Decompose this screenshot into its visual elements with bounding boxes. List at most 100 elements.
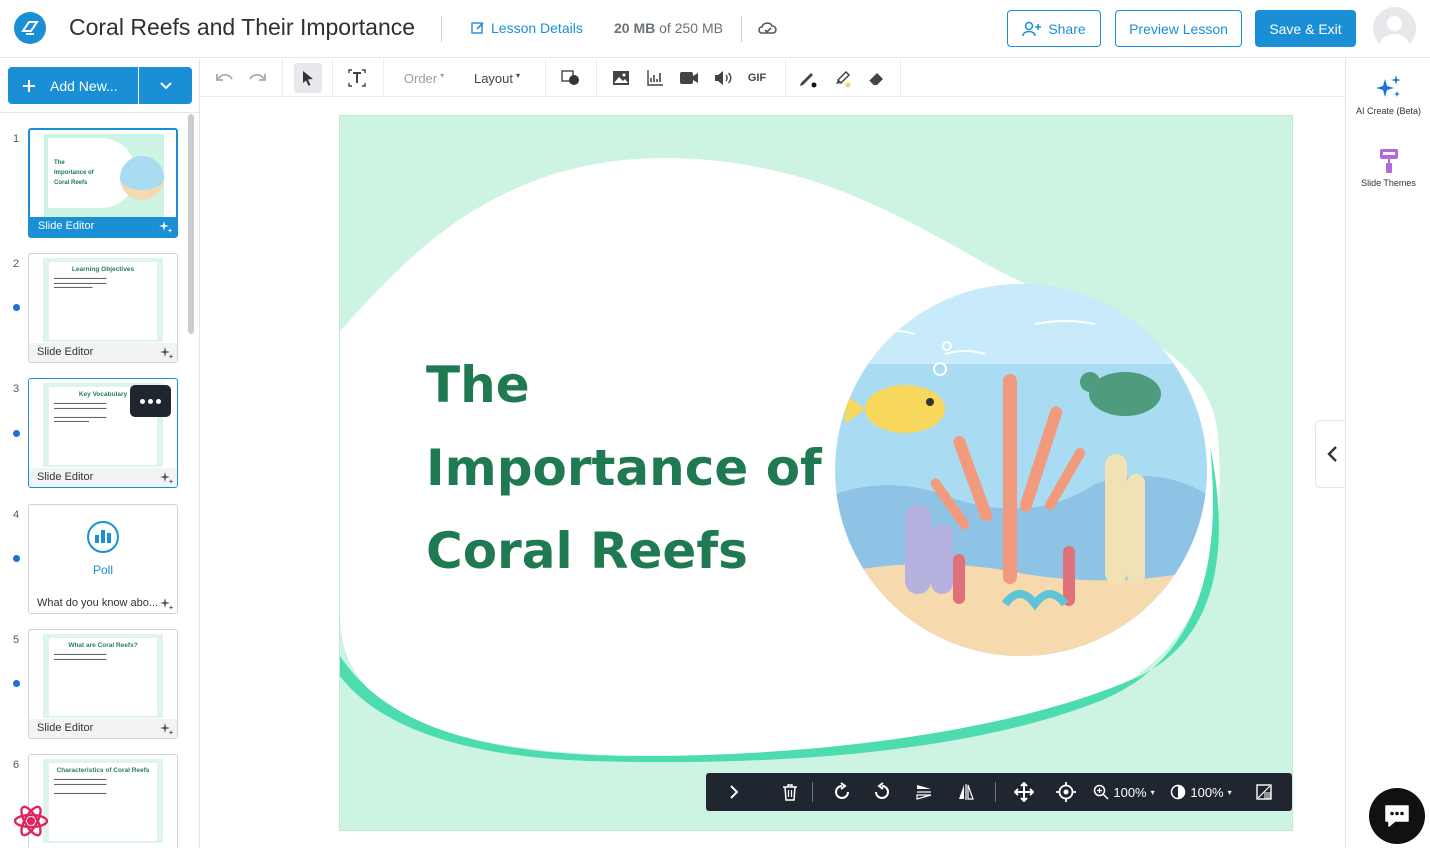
sparkle-icon[interactable]: [160, 471, 174, 485]
lesson-details-link[interactable]: Lesson Details: [471, 20, 583, 36]
collapse-bar-button[interactable]: [722, 773, 746, 811]
slide-title-line: Coral Reefs: [426, 522, 748, 580]
video-button[interactable]: [678, 63, 700, 93]
slide-preview-title: What are Coral Reefs?: [68, 642, 138, 649]
sparkle-icon[interactable]: [159, 220, 173, 234]
caret-down-icon: ▾: [1227, 787, 1232, 797]
slide-thumbnail-2[interactable]: Learning Objectives ▬▬▬▬▬▬▬▬▬▬▬▬▬▬▬ ▬▬▬▬▬…: [28, 253, 178, 363]
slide-preview-title: Characteristics of Coral Reefs: [56, 767, 150, 774]
slide-thumbnail-6[interactable]: Characteristics of Coral Reefs ▬▬▬▬▬▬▬▬▬…: [28, 754, 178, 848]
slide-canvas[interactable]: The Importance of Coral Reefs: [339, 115, 1293, 831]
image-icon: [613, 71, 629, 85]
zoom-dropdown[interactable]: 100% ▾: [1090, 773, 1158, 811]
chat-support-button[interactable]: [1369, 788, 1425, 844]
add-new-label: Add New...: [50, 77, 118, 94]
video-icon: [680, 72, 698, 84]
delete-button[interactable]: [778, 773, 802, 811]
text-tool-button[interactable]: [344, 63, 370, 93]
add-new-dropdown-button[interactable]: [139, 67, 192, 104]
undo-button[interactable]: [212, 63, 236, 93]
order-label: Order: [403, 70, 438, 86]
order-dropdown[interactable]: Order ▾: [396, 63, 452, 93]
sparkle-icon[interactable]: [160, 346, 174, 360]
sparkle-icon[interactable]: [160, 597, 174, 611]
pen-icon: [800, 73, 817, 88]
opacity-value: 100%: [1190, 784, 1224, 800]
chevron-down-icon: [159, 81, 172, 89]
add-user-icon: [1022, 21, 1042, 36]
audio-button[interactable]: [712, 63, 734, 93]
center-button[interactable]: [1052, 773, 1080, 811]
gif-label: GIF: [747, 72, 767, 84]
shapes-button[interactable]: [558, 63, 584, 93]
opacity-dropdown[interactable]: 100% ▾: [1166, 773, 1236, 811]
highlighter-icon: [836, 70, 851, 88]
save-exit-button[interactable]: Save & Exit: [1255, 10, 1356, 47]
collapse-right-panel-button[interactable]: [1315, 420, 1347, 488]
eraser-icon: [868, 73, 883, 86]
rotate-right-button[interactable]: [828, 773, 856, 811]
slide-more-options-button[interactable]: [130, 385, 171, 417]
zoom-in-icon: [1094, 784, 1109, 800]
image-button[interactable]: [610, 63, 632, 93]
rotate-left-button[interactable]: [868, 773, 896, 811]
move-button[interactable]: [1010, 773, 1038, 811]
preview-lesson-button[interactable]: Preview Lesson: [1115, 10, 1242, 47]
slide-preview: Learning Objectives ▬▬▬▬▬▬▬▬▬▬▬▬▬▬▬ ▬▬▬▬▬…: [43, 258, 163, 342]
chevron-right-icon: [730, 785, 739, 799]
caret-down-icon: ▾: [440, 70, 445, 80]
add-new-button[interactable]: Add New...: [8, 67, 138, 104]
ai-sparkle-icon: [1375, 75, 1401, 97]
element-controls-bar: 100% ▾ 100% ▾: [706, 773, 1292, 811]
avatar[interactable]: [1373, 7, 1416, 50]
select-tool-button[interactable]: [294, 63, 322, 93]
slide-title[interactable]: The Importance of Coral Reefs: [426, 344, 826, 593]
rotate-right-icon: [835, 782, 849, 799]
storage-used: 20 MB: [614, 20, 656, 36]
slide-preview: Characteristics of Coral Reefs ▬▬▬▬▬▬▬▬▬…: [43, 759, 163, 843]
flip-vertical-button[interactable]: [910, 773, 938, 811]
ai-create-label: AI Create (Beta): [1355, 106, 1422, 116]
unsaved-dot: [13, 555, 20, 562]
plus-icon: [23, 79, 35, 92]
slide-title-line: Importance of: [426, 439, 822, 497]
trash-icon: [783, 784, 797, 801]
crosshair-icon: [1056, 782, 1076, 802]
slide-themes-button[interactable]: Slide Themes: [1346, 147, 1430, 188]
ai-create-button[interactable]: AI Create (Beta): [1346, 73, 1430, 116]
highlighter-button[interactable]: [832, 63, 854, 93]
react-devtools-icon[interactable]: [12, 802, 50, 840]
layout-dropdown[interactable]: Layout ▾: [466, 63, 528, 93]
slide-thumbnail-5[interactable]: What are Coral Reefs? ▬▬▬▬▬▬▬▬▬▬▬▬▬▬▬ ▬▬▬…: [28, 629, 178, 739]
app-logo-icon[interactable]: [14, 12, 46, 44]
crop-button[interactable]: [1252, 773, 1276, 811]
pen-button[interactable]: [797, 63, 819, 93]
storage-indicator: 20 MB of 250 MB: [614, 20, 723, 36]
share-button[interactable]: Share: [1007, 10, 1101, 47]
chart-icon: [647, 70, 663, 86]
save-exit-label: Save & Exit: [1269, 20, 1342, 37]
coral-reef-illustration[interactable]: [835, 284, 1207, 656]
sidebar-scrollbar[interactable]: [188, 114, 194, 334]
crop-icon: [1256, 784, 1272, 800]
slide-caption: Slide Editor: [29, 719, 177, 738]
divider: [741, 16, 742, 42]
lesson-title[interactable]: Coral Reefs and Their Importance: [69, 14, 415, 41]
gif-button[interactable]: GIF: [744, 63, 770, 93]
slide-number: 2: [13, 258, 20, 270]
share-label: Share: [1048, 20, 1086, 37]
chat-icon: [1385, 805, 1409, 827]
unsaved-dot: [13, 680, 20, 687]
undo-icon: [216, 73, 233, 81]
slide-preview: The Importance of Coral Reefs: [44, 134, 164, 218]
shapes-icon: [561, 70, 579, 85]
slide-thumbnail-1[interactable]: The Importance of Coral Reefs Slide Edit…: [28, 128, 178, 238]
chart-button[interactable]: [644, 63, 666, 93]
redo-button[interactable]: [246, 63, 270, 93]
flip-horizontal-button[interactable]: [952, 773, 980, 811]
sparkle-icon[interactable]: [160, 722, 174, 736]
slide-number: 4: [13, 509, 20, 521]
slide-caption: Slide Editor: [29, 343, 177, 362]
eraser-button[interactable]: [866, 63, 888, 93]
slide-thumbnail-4[interactable]: Poll What do you know abo...: [28, 504, 178, 614]
